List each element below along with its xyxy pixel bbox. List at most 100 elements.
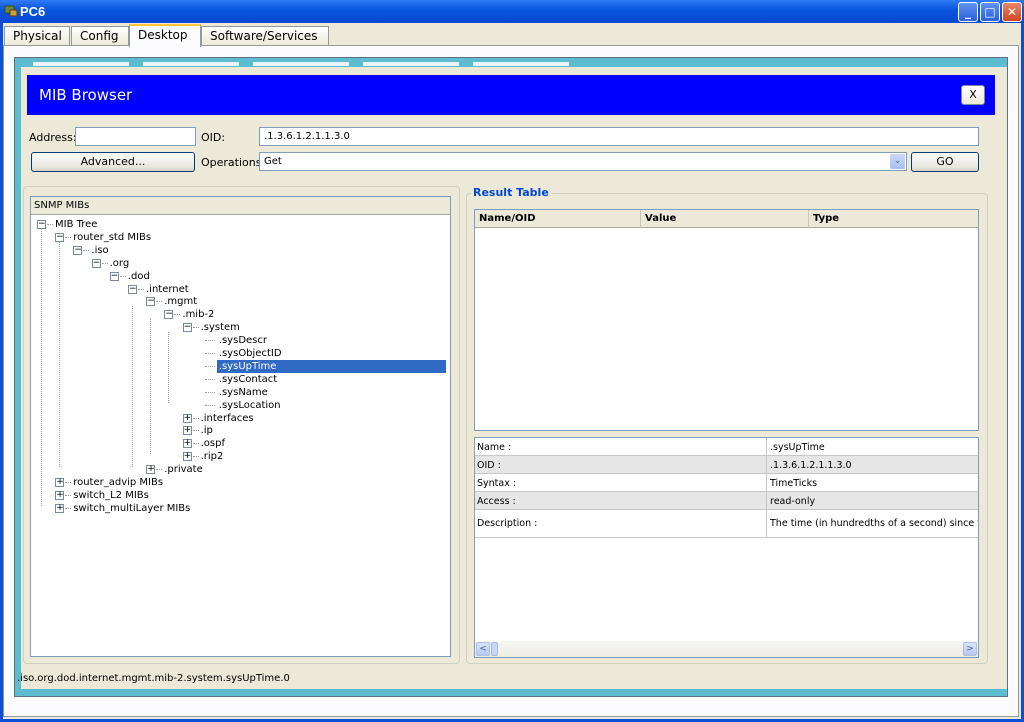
expand-icon[interactable]: + [146,465,156,475]
scroll-left-icon[interactable]: < [476,642,490,656]
detail-value: .sysUpTime [766,438,825,455]
tree-node-label: switch_L2 MIBs [73,489,149,501]
tree-connector [204,404,215,406]
tab-desktop[interactable]: Desktop [129,24,201,47]
operations-select[interactable]: Get ⌄ [259,152,907,171]
mib-tree-panel: SNMP MIBs − MIB Tree − router_std MIBs − .iso… [30,196,451,657]
detail-key: Description : [477,518,538,529]
desktop-bg-tab [143,62,239,66]
tab-label: Config [80,29,119,43]
address-input[interactable] [75,127,196,146]
pc-app-icon [4,5,18,17]
maximize-button[interactable]: □ [980,2,1000,22]
expand-icon[interactable]: + [182,452,192,462]
tab-config[interactable]: Config [71,26,129,46]
tree-node-label: .iso [91,244,109,256]
result-table[interactable]: Name/OID Value Type [474,209,979,431]
tab-software-services[interactable]: Software/Services [201,26,329,46]
detail-key: OID : [477,460,501,471]
expand-icon[interactable]: + [182,439,192,449]
tree-node-label: router_advip MIBs [73,477,164,488]
expand-icon[interactable]: + [55,478,65,487]
column-value[interactable]: Value [641,210,809,228]
tree-node-label: .system [200,322,240,334]
details-table: Name : .sysUpTime OID : .1.3.6.1.2.1.1.3… [474,437,979,658]
tree-connector [204,378,215,380]
expand-icon[interactable]: + [182,413,192,423]
tree-node-label: .sysName [218,386,268,398]
operations-value: Get [264,156,282,167]
expand-icon[interactable]: + [55,490,65,500]
collapse-icon[interactable]: − [128,284,137,294]
tree-node-label: switch_multiLayer MIBs [73,502,191,514]
detail-value: TimeTicks [766,474,817,491]
close-window-button[interactable]: ✕ [1002,2,1022,22]
tree-node-label: .rip2 [200,451,224,463]
detail-key: Syntax : [477,478,517,489]
oid-input[interactable]: .1.3.6.1.2.1.1.3.0 [259,127,979,146]
address-label: Address: [29,131,77,144]
collapse-icon[interactable]: − [109,271,119,281]
collapse-icon[interactable]: − [37,220,46,229]
detail-row-syntax: Syntax : TimeTicks [475,474,978,492]
close-app-button[interactable]: X [961,85,985,105]
tree-guide-line [41,228,42,506]
mib-browser-app: MIB Browser X Address: OID: .1.3.6.1.2.1… [17,67,1007,689]
minimize-button[interactable]: _ [958,2,978,22]
tree-node-label: .ip [200,425,213,437]
desktop-bg-tab [253,62,349,66]
tree-connector [204,340,215,342]
tree-node-label: .sysDescr [218,335,267,347]
minimize-icon: _ [965,5,971,19]
detail-key: Access : [477,496,516,507]
collapse-icon[interactable]: − [146,297,156,307]
tree-node-label: .interfaces [200,412,254,424]
expand-icon[interactable]: + [55,503,65,513]
tree-node-label: .sysObjectID [218,348,282,359]
tree-node-label: .sysUpTime [216,359,446,373]
tab-label: Software/Services [210,29,318,43]
detail-value: .1.3.6.1.2.1.1.3.0 [766,456,852,473]
collapse-icon[interactable]: − [91,258,101,268]
tree-guide-line [150,319,152,455]
tree-node-label: .sysContact [218,373,278,385]
desktop-frame: MIB Browser X Address: OID: .1.3.6.1.2.1… [14,57,1008,697]
advanced-button[interactable]: Advanced... [31,152,195,172]
horizontal-scrollbar[interactable]: < > [475,641,978,657]
detail-key: Name : [477,442,512,453]
tree-node-label: .dod [127,270,150,282]
column-name-oid[interactable]: Name/OID [475,210,641,228]
tree-guide-line [168,332,170,403]
app-title: MIB Browser [39,86,133,104]
tree-guide-line [132,306,133,468]
collapse-icon[interactable]: − [55,232,65,242]
tab-physical[interactable]: Physical [4,26,70,46]
detail-value: The time (in hundredths of a second) sin… [766,510,978,537]
status-oid-path: .iso.org.dod.internet.mgmt.mib-2.system.… [17,673,290,684]
tree-connector [204,365,215,367]
tree-node-label: .private [164,464,203,476]
result-table-header: Name/OID Value Type [475,210,978,228]
desktop-bg-tab [33,62,129,66]
tree-node-label: .mib-2 [182,309,215,321]
column-type[interactable]: Type [809,210,979,228]
detail-row-name: Name : .sysUpTime [475,438,978,456]
expand-icon[interactable]: + [182,426,192,436]
maximize-icon: □ [984,5,996,19]
collapse-icon[interactable]: − [182,323,192,333]
desktop-bg-tab [473,62,569,66]
scroll-right-icon[interactable]: > [963,642,977,656]
collapse-icon[interactable]: − [164,310,174,320]
tree-node-label: .internet [146,283,189,295]
tree-header: SNMP MIBs [31,197,450,215]
chevron-down-icon[interactable]: ⌄ [890,154,905,169]
operations-label: Operations: [201,156,266,169]
detail-row-description: Description : The time (in hundredths of… [475,510,978,538]
go-button[interactable]: GO [911,152,979,172]
detail-value: read-only [766,492,815,509]
collapse-icon[interactable]: − [73,245,83,255]
tree-node-label: .mgmt [164,296,198,308]
scroll-thumb[interactable] [491,642,498,656]
tree-node-label: router_std MIBs [73,231,152,243]
tree-node-label: .ospf [200,438,225,450]
